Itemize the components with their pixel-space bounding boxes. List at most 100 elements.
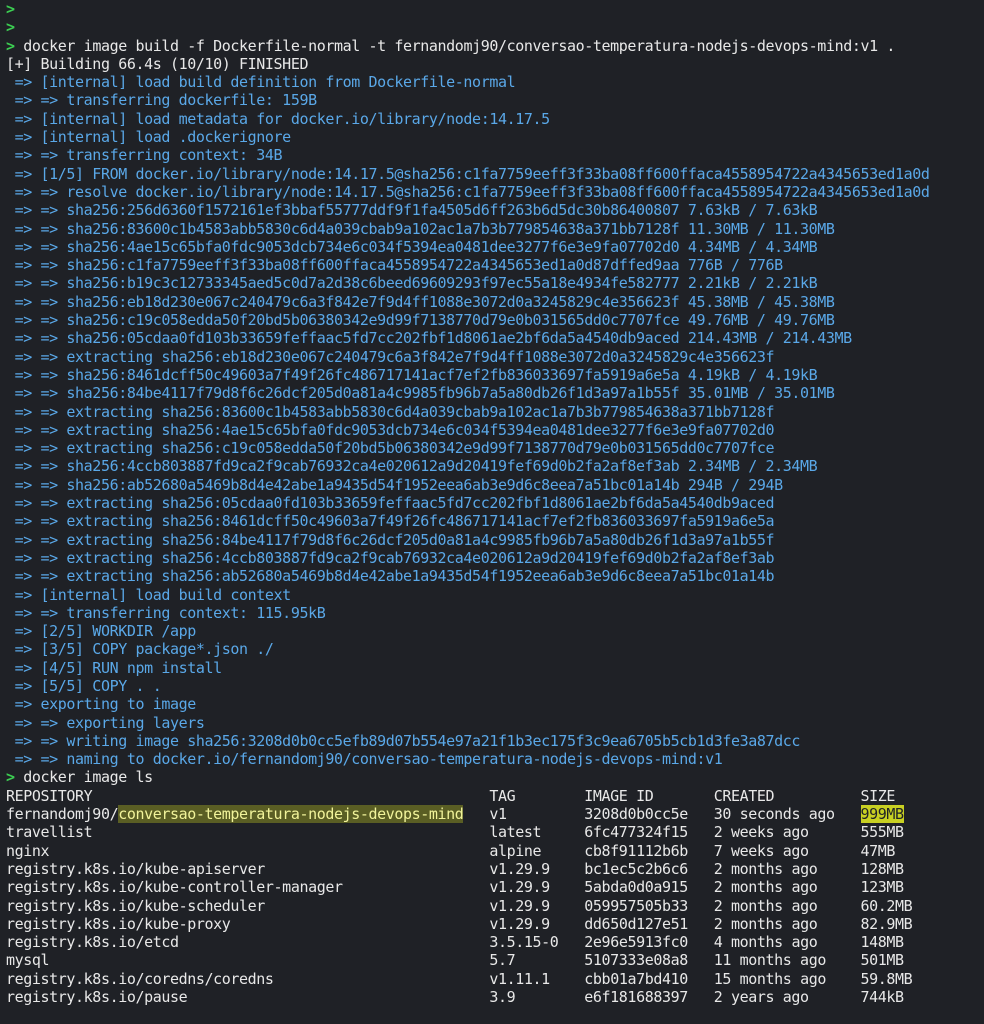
created-cell: 11 months ago <box>713 951 861 970</box>
build-step-line: => [5/5] COPY . . <box>6 676 162 695</box>
size-cell: 128MB <box>860 859 905 878</box>
table-row: registry.k8s.io/kube-scheduler v1.29.9 0… <box>6 897 984 915</box>
size-cell: 59.8MB <box>860 969 913 988</box>
build-step-line: => => sha256:b19c3c12733345aed5c0d7a2d38… <box>6 274 818 293</box>
column-header: REPOSITORY <box>6 786 490 805</box>
prompt-symbol: > <box>6 36 15 55</box>
table-row: mysql 5.7 5107333e08a8 11 months ago 501… <box>6 951 984 969</box>
tag-cell: v1.29.9 <box>489 859 585 878</box>
size-cell: 148MB <box>860 933 905 952</box>
command-line: > docker image build -f Dockerfile-norma… <box>6 37 984 55</box>
tag-cell: v1.29.9 <box>489 878 585 897</box>
image-id-cell: 5107333e08a8 <box>584 951 714 970</box>
tag-cell: v1.29.9 <box>489 896 585 915</box>
command-text: docker image ls <box>14 768 153 787</box>
empty-prompt-line: > <box>6 0 984 18</box>
column-header: IMAGE ID <box>584 786 714 805</box>
build-step-line: => => sha256:05cdaa0fd103b33659feffaac5f… <box>6 329 853 348</box>
build-step-line: => [internal] load build context <box>6 585 292 604</box>
image-id-cell: cbb01a7bd410 <box>584 969 714 988</box>
size-cell: 123MB <box>860 878 905 897</box>
build-step-line: => => sha256:4ae15c65bfa0fdc9053dcb734e6… <box>6 237 818 256</box>
build-step-line: => => transferring dockerfile: 159B <box>6 91 317 110</box>
tag-cell: 3.9 <box>489 988 585 1007</box>
size-cell: 999MB <box>860 805 904 824</box>
image-id-cell: cb8f91112b6b <box>584 841 714 860</box>
build-step-line: => => sha256:eb18d230e067c240479c6a3f842… <box>6 292 835 311</box>
repository-cell: registry.k8s.io/kube-controller-manager <box>6 878 343 897</box>
created-cell: 2 months ago <box>713 859 861 878</box>
build-step-line: => => extracting sha256:84be4117f79d8f6c… <box>6 530 775 549</box>
image-id-cell: bc1ec5c2b6c6 <box>584 859 714 878</box>
size-cell: 47MB <box>860 841 896 860</box>
size-cell: 60.2MB <box>860 896 913 915</box>
build-step-line: => => sha256:c1fa7759eeff3f33ba08ff600ff… <box>6 256 784 275</box>
column-header: CREATED <box>713 786 861 805</box>
build-step-line: => => sha256:84be4117f79d8f6c26dcf205d0a… <box>6 384 835 403</box>
repository-cell: registry.k8s.io/etcd <box>6 933 179 952</box>
image-id-cell: dd650d127e51 <box>584 914 714 933</box>
table-row: registry.k8s.io/kube-proxy v1.29.9 dd650… <box>6 915 984 933</box>
build-step-line: => [1/5] FROM docker.io/library/node:14.… <box>6 164 930 183</box>
table-row: travellist latest 6fc477324f15 2 weeks a… <box>6 823 984 841</box>
repository-cell: registry.k8s.io/pause <box>6 988 188 1007</box>
table-row: registry.k8s.io/pause 3.9 e6f181688397 2… <box>6 988 984 1006</box>
table-row: registry.k8s.io/etcd 3.5.15-0 2e96e5913f… <box>6 933 984 951</box>
table-row: fernandomj90/conversao-temperatura-nodej… <box>6 805 984 824</box>
build-step-line: => => resolve docker.io/library/node:14.… <box>6 182 930 201</box>
created-cell: 2 years ago <box>713 988 861 1007</box>
size-cell: 82.9MB <box>860 914 913 933</box>
created-cell: 7 weeks ago <box>713 841 861 860</box>
created-cell: 2 months ago <box>713 914 861 933</box>
build-step-line: => => sha256:c19c058edda50f20bd5b0638034… <box>6 311 835 330</box>
build-step-line: => => extracting sha256:eb18d230e067c240… <box>6 347 775 366</box>
repository-cell: registry.k8s.io/kube-scheduler <box>6 896 265 915</box>
tag-cell: latest <box>489 823 585 842</box>
empty-prompt-line: > <box>6 18 984 36</box>
build-step-line: => [internal] load metadata for docker.i… <box>6 109 551 128</box>
column-header: SIZE <box>860 786 896 805</box>
repository-cell: nginx <box>6 841 50 860</box>
build-step-line: => => writing image sha256:3208d0b0cc5ef… <box>6 731 801 750</box>
build-step-line: => => extracting sha256:83600c1b4583abb5… <box>6 402 775 421</box>
column-header: TAG <box>489 786 585 805</box>
table-row: registry.k8s.io/coredns/coredns v1.11.1 … <box>6 970 984 988</box>
repository-cell: registry.k8s.io/coredns/coredns <box>6 969 274 988</box>
image-id-cell: 2e96e5913fc0 <box>584 933 714 952</box>
tag-cell: 5.7 <box>489 951 585 970</box>
image-id-cell: e6f181688397 <box>584 988 714 1007</box>
table-row: registry.k8s.io/kube-apiserver v1.29.9 b… <box>6 860 984 878</box>
repository-cell: fernandomj90/conversao-temperatura-nodej… <box>6 805 464 824</box>
prompt-symbol: > <box>6 0 15 18</box>
size-cell: 501MB <box>860 951 904 970</box>
repository-cell: registry.k8s.io/kube-apiserver <box>6 859 265 878</box>
build-step-line: => => extracting sha256:c19c058edda50f20… <box>6 439 775 458</box>
repository-cell: mysql <box>6 951 50 970</box>
build-step-line: => => transferring context: 34B <box>6 146 283 165</box>
highlighted-repository-name: conversao-temperatura-nodejs-devops-mind <box>118 805 464 824</box>
tag-cell: v1.11.1 <box>489 969 585 988</box>
terminal-output: > > > docker image build -f Dockerfile-nor… <box>6 0 984 1024</box>
image-list-table: REPOSITORY TAG IMAGE ID CREATED SIZE fern… <box>6 787 984 1007</box>
build-step-line: => => extracting sha256:4ccb803887fd9ca2… <box>6 548 775 567</box>
build-status-line: [+] Building 66.4s (10/10) FINISHED <box>6 54 309 73</box>
created-cell: 30 seconds ago <box>713 805 861 824</box>
build-step-line: => exporting to image <box>6 695 197 714</box>
build-step-line: => => exporting layers <box>6 713 205 732</box>
build-step-line: => [2/5] WORKDIR /app <box>6 622 197 641</box>
build-step-line: => [internal] load .dockerignore <box>6 128 292 147</box>
image-id-cell: 059957505b33 <box>584 896 714 915</box>
table-row: nginx alpine cb8f91112b6b 7 weeks ago 47… <box>6 842 984 860</box>
prompt-symbol: > <box>6 18 15 37</box>
tag-cell: v1.29.9 <box>489 914 585 933</box>
image-id-cell: 6fc477324f15 <box>584 823 714 842</box>
image-id-cell: 5abda0d0a915 <box>584 878 714 897</box>
build-step-line: => => extracting sha256:05cdaa0fd103b336… <box>6 494 775 513</box>
table-header: REPOSITORY TAG IMAGE ID CREATED SIZE <box>6 787 984 805</box>
created-cell: 15 months ago <box>713 969 861 988</box>
created-cell: 2 weeks ago <box>713 823 861 842</box>
build-step-line: => => naming to docker.io/fernandomj90/c… <box>6 750 723 769</box>
build-log: > > > docker image build -f Dockerfile-nor… <box>6 0 984 787</box>
table-row: registry.k8s.io/kube-controller-manager … <box>6 878 984 896</box>
build-step-line: => => sha256:8461dcff50c49603a7f49f26fc4… <box>6 365 818 384</box>
